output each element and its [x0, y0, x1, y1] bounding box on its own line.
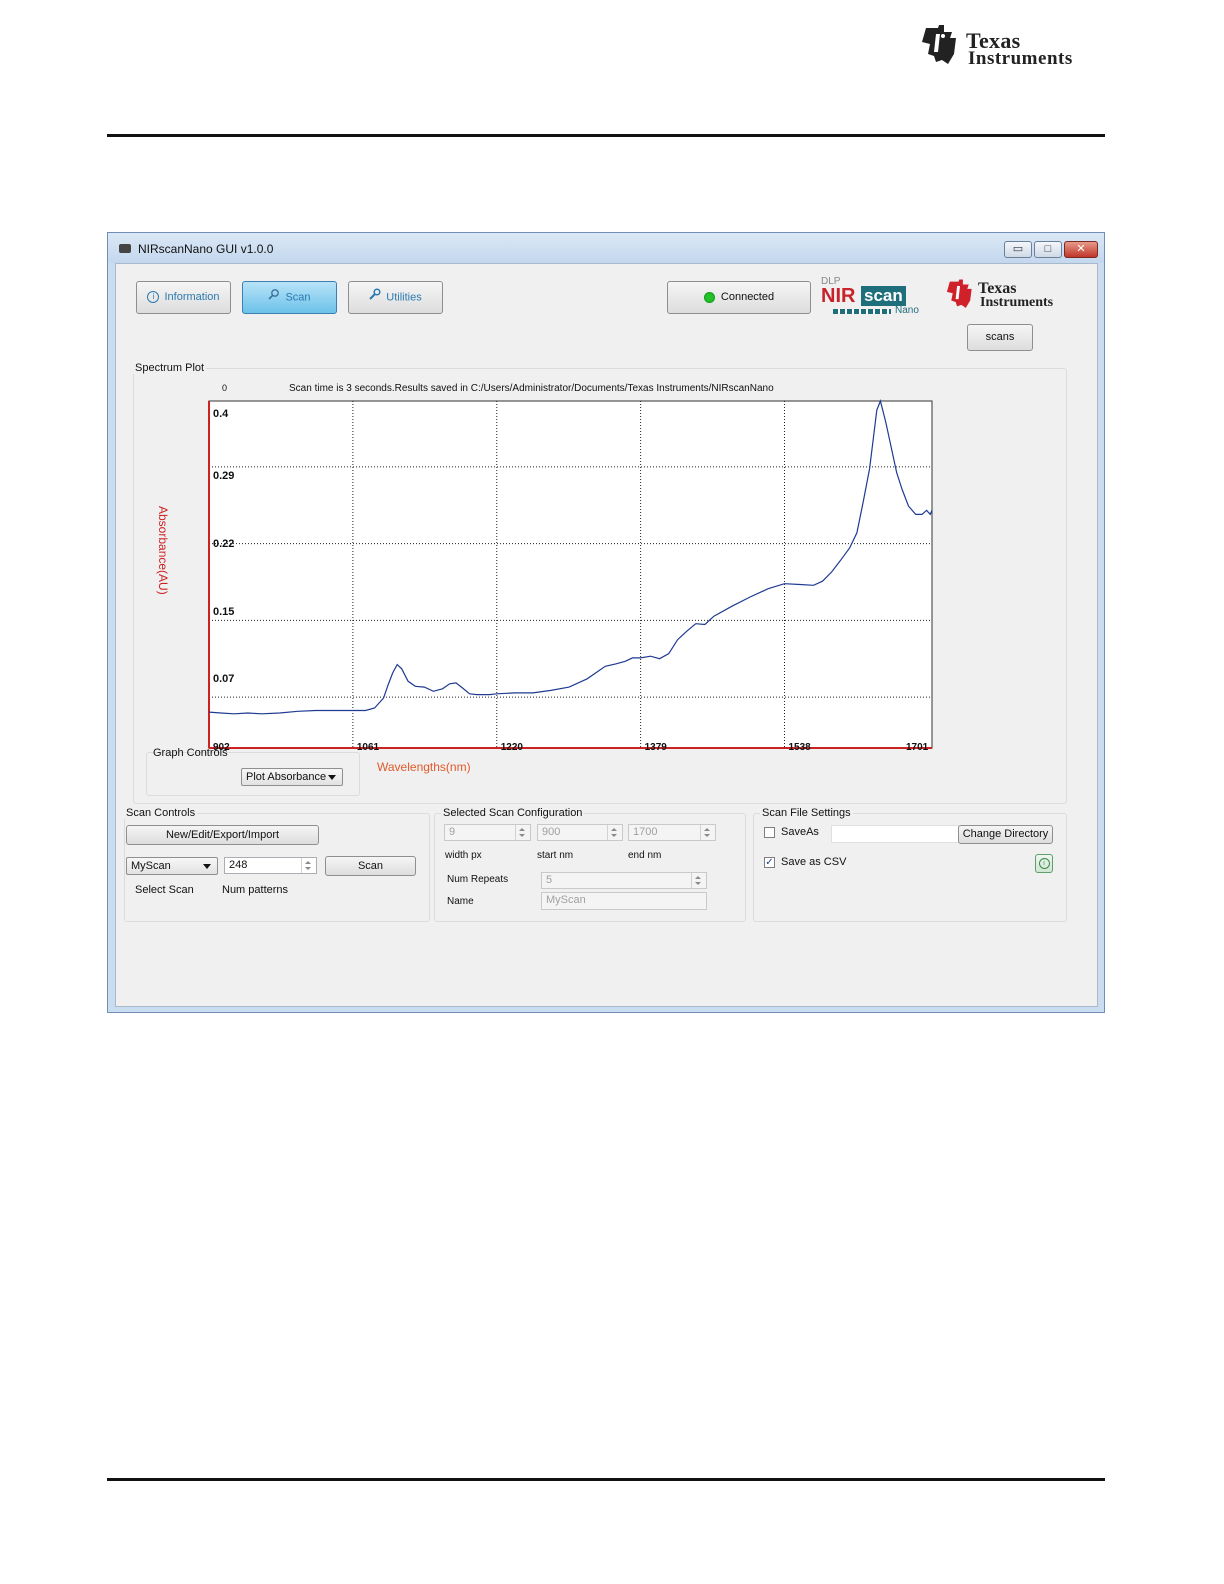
title-bar[interactable]: NIRscanNano GUI v1.0.0 ▭ □ ✕	[108, 233, 1104, 263]
minimize-icon: ▭	[1012, 243, 1024, 255]
save-as-csv-label: Save as CSV	[781, 856, 847, 868]
close-icon: ✕	[1076, 243, 1086, 255]
num-patterns-input[interactable]: 248	[224, 857, 317, 874]
page-footer-rule	[107, 1478, 1105, 1481]
app-window: NIRscanNano GUI v1.0.0 ▭ □ ✕ i Informatio…	[107, 232, 1105, 1013]
scan-config-title: Selected Scan Configuration	[441, 807, 585, 819]
scan-controls-title: Scan Controls	[124, 807, 198, 819]
csv-info-button[interactable]: i	[1035, 854, 1053, 873]
maximize-button[interactable]: □	[1034, 241, 1062, 258]
num-repeats-input[interactable]: 5	[541, 872, 707, 889]
save-as-checkbox[interactable]	[764, 827, 775, 838]
ti-page-logo: Texas Instruments	[918, 24, 1108, 72]
num-patterns-value: 248	[229, 859, 248, 871]
width-px-input[interactable]: 9	[444, 824, 531, 841]
change-directory-label: Change Directory	[962, 828, 1049, 840]
y-tick-label: 0.4	[213, 408, 229, 420]
scan-file-settings-title: Scan File Settings	[760, 807, 853, 819]
select-scan-label: Select Scan	[135, 884, 194, 896]
end-nm-label: end nm	[628, 850, 662, 861]
scan-button[interactable]: Scan	[325, 856, 416, 876]
x-axis-label: Wavelengths(nm)	[377, 760, 471, 774]
x-tick-label: 1220	[501, 742, 524, 753]
select-scan-dropdown[interactable]: MyScan	[126, 857, 218, 875]
save-as-label: SaveAs	[781, 826, 819, 838]
end-nm-value: 1700	[633, 826, 658, 838]
end-nm-spinner[interactable]	[700, 825, 715, 840]
chevron-down-icon	[203, 864, 211, 869]
num-patterns-spinner[interactable]	[301, 858, 316, 873]
chevron-down-icon	[328, 775, 336, 780]
start-nm-label: start nm	[537, 850, 574, 861]
start-nm-spinner[interactable]	[607, 825, 622, 840]
y-axis-label: Absorbance(AU)	[156, 506, 170, 595]
close-button[interactable]: ✕	[1064, 241, 1098, 258]
scan-button-label: Scan	[357, 860, 384, 872]
change-directory-button[interactable]: Change Directory	[958, 825, 1053, 844]
x-tick-label: 1379	[645, 742, 668, 753]
client-area: i Information Scan Utilities Connected DL…	[115, 263, 1098, 1007]
minimize-button[interactable]: ▭	[1004, 241, 1032, 258]
ti-page-logo-line2: Instruments	[968, 48, 1073, 69]
num-repeats-spinner[interactable]	[691, 873, 706, 888]
name-label: Name	[447, 896, 474, 907]
start-nm-value: 900	[542, 826, 561, 838]
info-icon: i	[1038, 858, 1050, 869]
new-edit-export-import-label: New/Edit/Export/Import	[165, 829, 280, 841]
new-edit-export-import-button[interactable]: New/Edit/Export/Import	[126, 825, 319, 845]
save-as-csv-checkbox[interactable]: ✓	[764, 857, 775, 868]
x-tick-label: 1061	[357, 742, 380, 753]
y-tick-label: 0.22	[213, 538, 234, 550]
width-px-value: 9	[449, 826, 456, 838]
plot-mode-value: Plot Absorbance	[246, 771, 327, 783]
select-scan-value: MyScan	[131, 860, 171, 872]
save-as-path-input[interactable]	[831, 825, 959, 843]
num-repeats-label: Num Repeats	[447, 874, 509, 885]
page-header-rule	[107, 134, 1105, 137]
plot-mode-select[interactable]: Plot Absorbance	[241, 768, 343, 786]
y-tick-label: 0.15	[213, 606, 234, 618]
x-tick-label: 1538	[789, 742, 812, 753]
width-px-label: width px	[445, 850, 482, 861]
ti-logo-icon	[922, 25, 956, 64]
name-value: MyScan	[546, 894, 586, 906]
end-nm-input[interactable]: 1700	[628, 824, 716, 841]
maximize-icon: □	[1044, 243, 1052, 255]
graph-controls-title: Graph Controls	[153, 747, 228, 759]
spectrum-chart: 0.40.290.220.150.07902 1061 1220 1379 1538 17…	[156, 399, 933, 774]
y-tick-label: 0.29	[213, 470, 234, 482]
y-tick-label: 0.07	[213, 673, 234, 685]
x-tick-label: 1701	[906, 742, 929, 753]
num-patterns-label: Num patterns	[222, 884, 289, 896]
start-nm-input[interactable]: 900	[537, 824, 623, 841]
plot-area	[208, 400, 933, 749]
width-px-spinner[interactable]	[515, 825, 530, 840]
window-title: NIRscanNano GUI v1.0.0	[138, 242, 274, 256]
app-icon	[119, 244, 131, 253]
name-input[interactable]: MyScan	[541, 892, 707, 910]
num-repeats-value: 5	[546, 874, 553, 886]
